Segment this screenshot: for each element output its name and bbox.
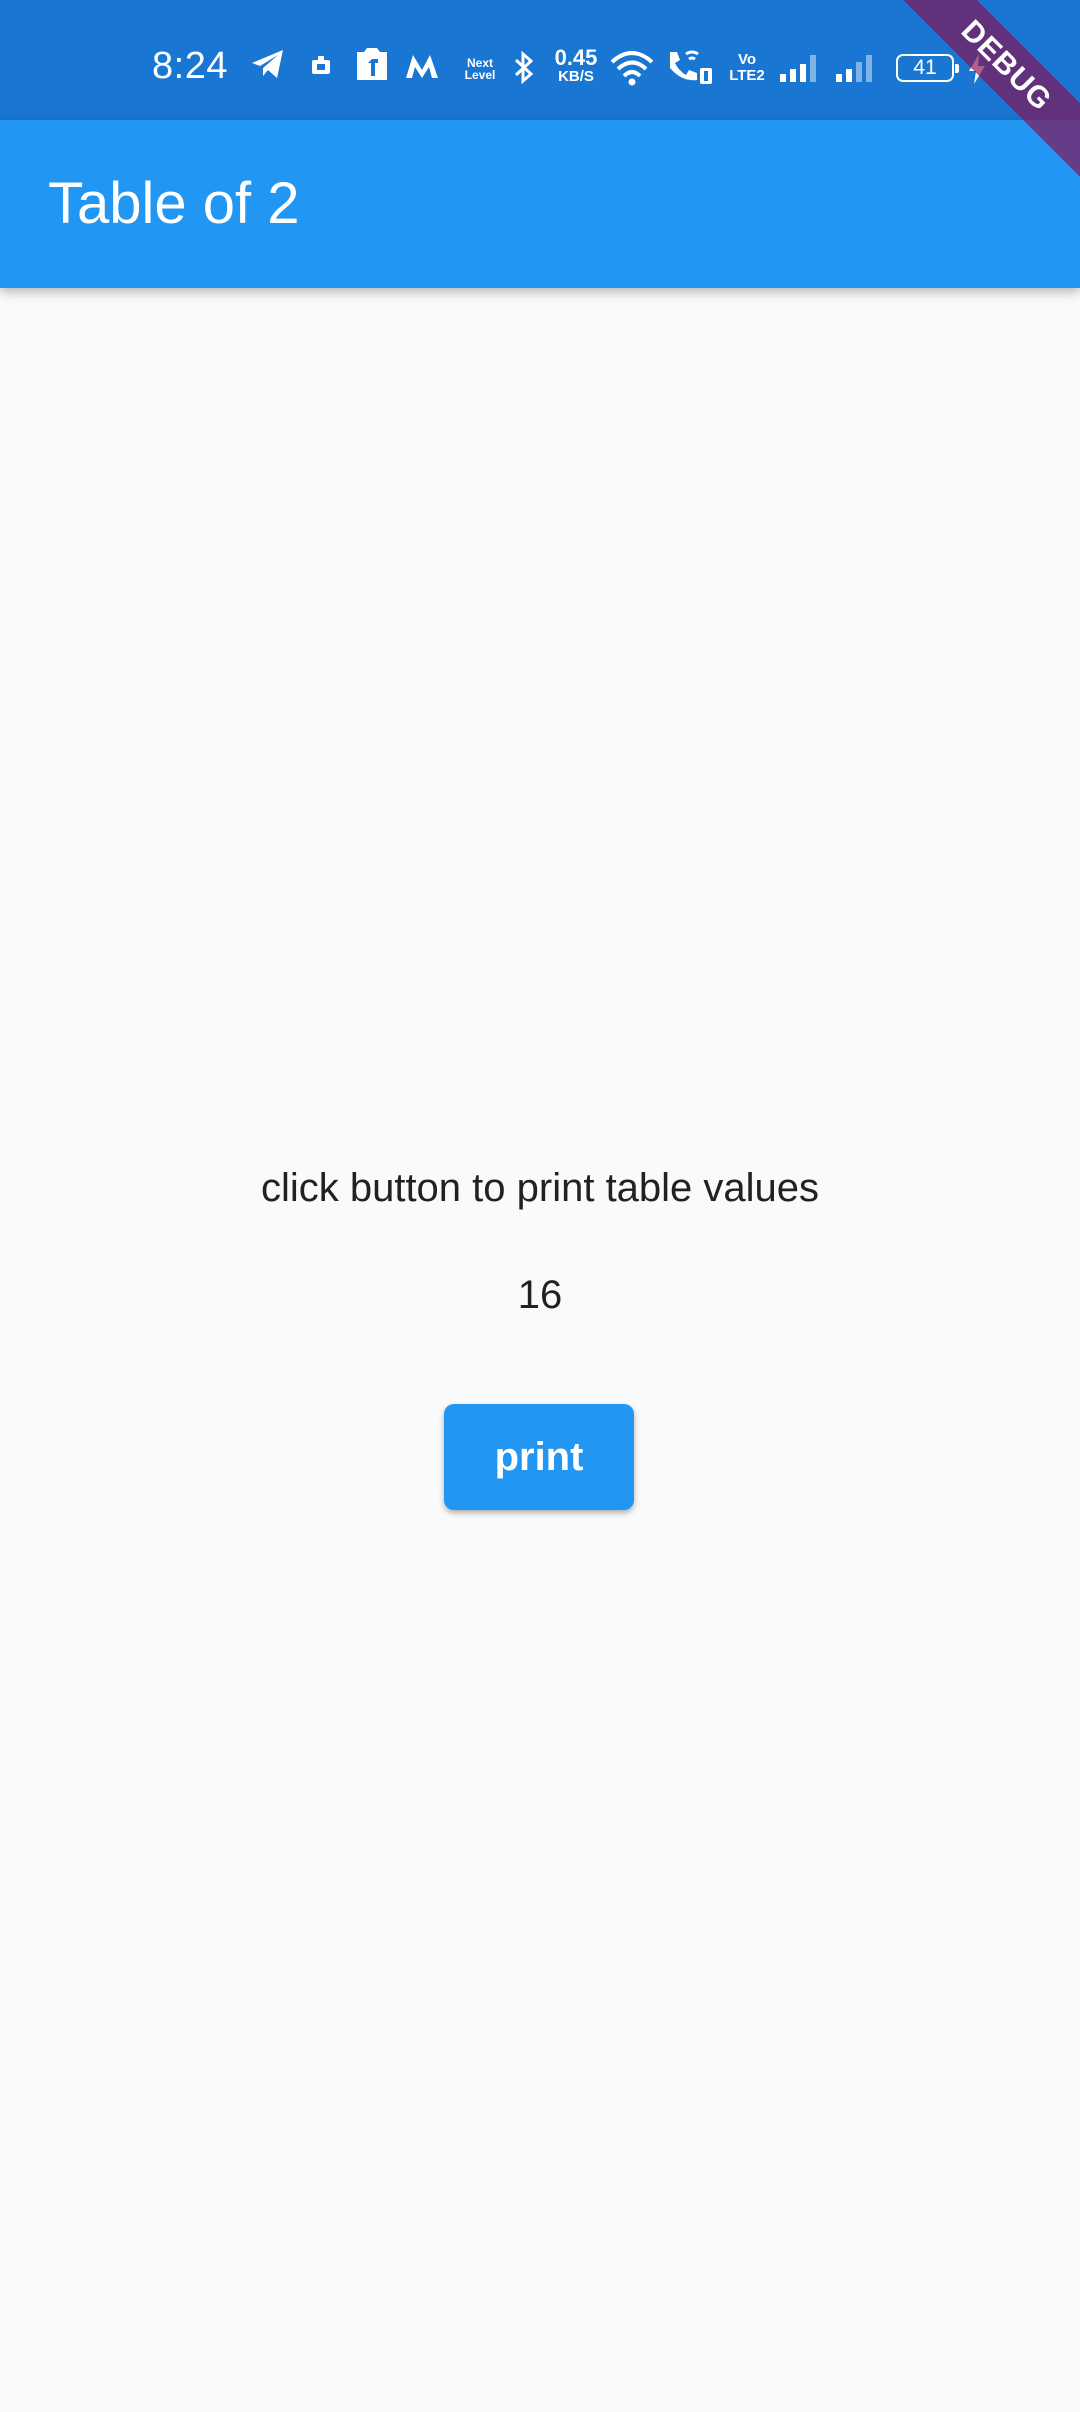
app-screen: 8:24 Next Level 0.45 KB/S Vo LTE2 41 Tab… (0, 0, 1080, 2412)
battery-icon: 41 (896, 54, 959, 82)
next-level-icon: Next Level (458, 57, 502, 81)
main-content: click button to print table values 16 pr… (0, 288, 1080, 2412)
instruction-text: click button to print table values (260, 1166, 820, 1210)
notification-icon (310, 55, 332, 95)
wifi-calling-icon (664, 48, 714, 88)
network-speed-unit: KB/S (558, 68, 594, 85)
volte-line2: LTE2 (729, 67, 765, 84)
print-button[interactable]: print (444, 1404, 634, 1510)
table-value-text: 16 (517, 1273, 563, 1317)
status-bar: 8:24 Next Level 0.45 KB/S Vo LTE2 41 (0, 0, 1080, 120)
volte-icon: Vo LTE2 (726, 52, 768, 84)
next-level-line2: Level (464, 68, 496, 82)
network-speed: 0.45 KB/S (548, 45, 604, 86)
status-time: 8:24 (152, 45, 228, 87)
signal-icon (778, 52, 824, 92)
myntra-icon (404, 52, 440, 92)
app-bar: Table of 2 (0, 120, 1080, 288)
app-icon (354, 46, 390, 86)
wifi-icon (610, 50, 654, 90)
bluetooth-icon (512, 50, 536, 90)
network-speed-value: 0.45 (554, 45, 598, 70)
battery-level: 41 (913, 56, 937, 79)
telegram-icon (250, 46, 286, 86)
volte-line1: Vo (737, 51, 757, 68)
signal-icon (834, 52, 880, 92)
app-bar-title: Table of 2 (48, 171, 300, 236)
